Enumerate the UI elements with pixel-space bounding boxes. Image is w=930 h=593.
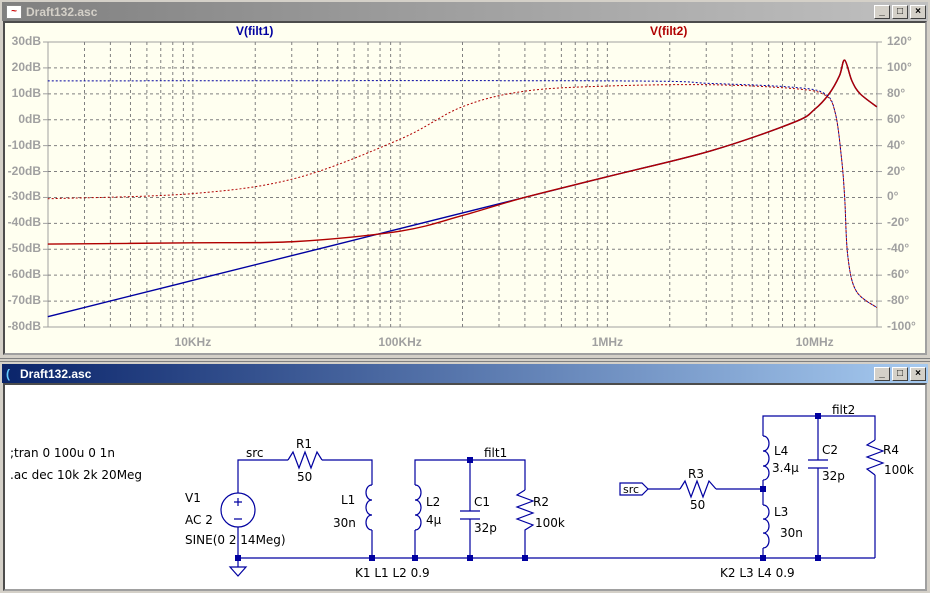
k1-directive[interactable]: K1 L1 L2 0.9 (355, 566, 430, 580)
r1-value: 50 (297, 470, 313, 484)
inductor-l2[interactable] (414, 484, 422, 531)
l2-value: 4µ (426, 513, 442, 527)
net-label-filt2: filt2 (832, 403, 856, 417)
ac-directive[interactable]: .ac dec 10k 2k 20Meg (10, 468, 142, 482)
l1-value: 30n (333, 516, 356, 530)
source-polarity-icon (234, 498, 242, 520)
resistor-r2[interactable] (515, 489, 535, 535)
inductor-l1[interactable] (365, 484, 373, 531)
inductor-l4[interactable] (762, 435, 770, 481)
l4-name: L4 (774, 444, 789, 458)
resistor-r3[interactable] (679, 479, 717, 499)
r2-name: R2 (533, 495, 549, 509)
c1-value: 32p (474, 521, 497, 535)
r4-value: 100k (884, 463, 914, 477)
src-flag-label: src (623, 483, 640, 496)
tran-directive[interactable]: ;tran 0 100u 0 1n (10, 446, 115, 460)
r3-name: R3 (688, 467, 704, 481)
l2-name: L2 (426, 495, 441, 509)
r3-value: 50 (690, 498, 706, 512)
c1-name: C1 (474, 495, 491, 509)
capacitor-c2[interactable] (808, 459, 828, 469)
l1-name: L1 (341, 493, 356, 507)
v1-value: SINE(0 2 14Meg) (185, 533, 286, 547)
v1-name: V1 (185, 491, 201, 505)
ground-icon (228, 566, 248, 577)
l3-value: 30n (780, 526, 803, 540)
capacitor-c1[interactable] (460, 510, 480, 520)
c2-value: 32p (822, 469, 845, 483)
junction-dots (235, 413, 821, 561)
c2-name: C2 (822, 443, 839, 457)
r4-name: R4 (883, 443, 899, 457)
l4-value: 3.4µ (772, 461, 799, 475)
inductor-l3[interactable] (762, 504, 770, 549)
net-label-src: src (246, 446, 264, 460)
wires (237, 415, 876, 567)
resistor-r4[interactable] (865, 439, 885, 476)
r2-value: 100k (535, 516, 565, 530)
l3-name: L3 (774, 505, 789, 519)
resistor-r1[interactable] (287, 450, 323, 470)
r1-name: R1 (296, 437, 312, 451)
k2-directive[interactable]: K2 L3 L4 0.9 (720, 566, 795, 580)
net-label-filt1: filt1 (484, 446, 508, 460)
schematic-drawing (220, 413, 885, 577)
v1-ac: AC 2 (185, 513, 213, 527)
